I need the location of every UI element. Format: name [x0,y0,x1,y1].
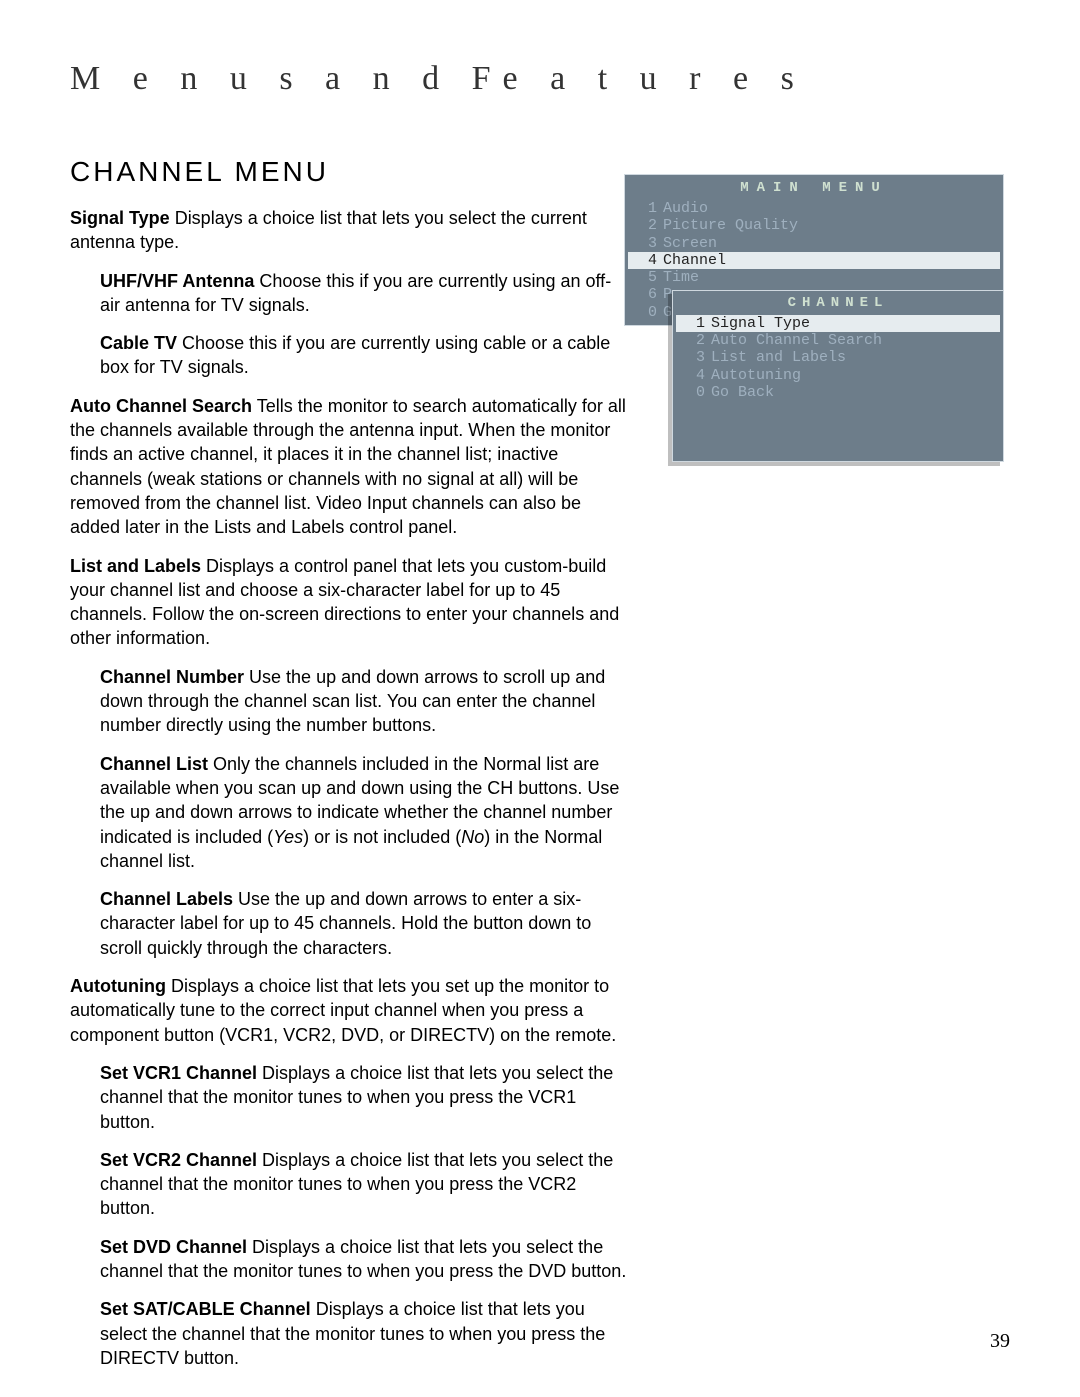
osd-main-num-5: 6 [633,286,663,303]
osd-channel-item-autotuning[interactable]: 4 Autotuning [673,367,1003,384]
label-chan-number: Channel Number [100,667,244,687]
osd-main-item-audio[interactable]: 1 Audio [625,200,1003,217]
osd-chan-label-4: Go Back [711,384,995,401]
osd-main-label-0: Audio [663,200,995,217]
manual-page: M e n u s a n d Fe a t u r e s CHANNEL M… [0,0,1080,1397]
p-chan-labels: Channel Labels Use the up and down arrow… [100,887,630,960]
osd-main-item-picture[interactable]: 2 Picture Quality [625,217,1003,234]
osd-channel-menu: CHANNEL 1 Signal Type 2 Auto Channel Sea… [672,290,1004,462]
body-text: Signal Type Displays a choice list that … [70,206,630,1370]
osd-main-num-3: 4 [633,252,663,269]
osd-channel-item-autosearch[interactable]: 2 Auto Channel Search [673,332,1003,349]
p-set-vcr2: Set VCR2 Channel Displays a choice list … [100,1148,630,1221]
p-chan-list: Channel List Only the channels included … [100,752,630,873]
osd-chan-label-3: Autotuning [711,367,995,384]
p-signal-type: Signal Type Displays a choice list that … [70,206,630,255]
label-signal-type: Signal Type [70,208,170,228]
osd-main-label-4: Time [663,269,995,286]
label-list-labels: List and Labels [70,556,201,576]
osd-main-item-screen[interactable]: 3 Screen [625,235,1003,252]
osd-chan-label-2: List and Labels [711,349,995,366]
p-autotuning: Autotuning Displays a choice list that l… [70,974,630,1047]
osd-chan-num-1: 2 [681,332,711,349]
label-uhf-vhf: UHF/VHF Antenna [100,271,254,291]
osd-chan-num-3: 4 [681,367,711,384]
text-auto-search: Tells the monitor to search automaticall… [70,396,626,537]
osd-chan-label-0: Signal Type [711,315,995,332]
p-set-vcr1: Set VCR1 Channel Displays a choice list … [100,1061,630,1134]
osd-main-num-1: 2 [633,217,663,234]
label-auto-search: Auto Channel Search [70,396,252,416]
osd-main-item-time[interactable]: 5 Time [625,269,1003,286]
label-chan-list: Channel List [100,754,208,774]
osd-main-num-4: 5 [633,269,663,286]
label-set-dvd: Set DVD Channel [100,1237,247,1257]
p-list-labels: List and Labels Displays a control panel… [70,554,630,651]
osd-screenshot: MAIN MENU 1 Audio 2 Picture Quality 3 Sc… [624,174,1004,462]
osd-chan-num-4: 0 [681,384,711,401]
osd-main-num-2: 3 [633,235,663,252]
osd-main-label-2: Screen [663,235,995,252]
label-cable-tv: Cable TV [100,333,177,353]
osd-main-item-channel[interactable]: 4 Channel [628,252,1000,269]
label-set-vcr1: Set VCR1 Channel [100,1063,257,1083]
p-set-dvd: Set DVD Channel Displays a choice list t… [100,1235,630,1284]
osd-main-num-0: 1 [633,200,663,217]
text-chan-list-no: No [461,827,484,847]
p-auto-search: Auto Channel Search Tells the monitor to… [70,394,630,540]
text-chan-list-yes: Yes [273,827,303,847]
osd-main-num-6: 0 [633,304,663,321]
osd-channel-item-signal[interactable]: 1 Signal Type [676,315,1000,332]
osd-main-label-1: Picture Quality [663,217,995,234]
label-chan-labels: Channel Labels [100,889,233,909]
text-cable-tv: Choose this if you are currently using c… [100,333,610,377]
osd-channel-item-listlabels[interactable]: 3 List and Labels [673,349,1003,366]
text-chan-list-mid: ) or is not included ( [303,827,461,847]
page-number: 39 [990,1330,1010,1353]
osd-chan-num-2: 3 [681,349,711,366]
osd-main-title: MAIN MENU [625,178,1003,200]
osd-chan-num-0: 1 [681,315,711,332]
p-uhf-vhf: UHF/VHF Antenna Choose this if you are c… [100,269,630,318]
chapter-heading: M e n u s a n d Fe a t u r e s [70,60,1010,98]
label-set-sat: Set SAT/CABLE Channel [100,1299,311,1319]
label-autotuning: Autotuning [70,976,166,996]
label-set-vcr2: Set VCR2 Channel [100,1150,257,1170]
osd-channel-title: CHANNEL [673,291,1003,315]
osd-chan-label-1: Auto Channel Search [711,332,995,349]
p-cable-tv: Cable TV Choose this if you are currentl… [100,331,630,380]
p-set-sat: Set SAT/CABLE Channel Displays a choice … [100,1297,630,1370]
osd-channel-item-goback[interactable]: 0 Go Back [673,384,1003,401]
p-chan-number: Channel Number Use the up and down arrow… [100,665,630,738]
osd-main-label-3: Channel [663,252,995,269]
